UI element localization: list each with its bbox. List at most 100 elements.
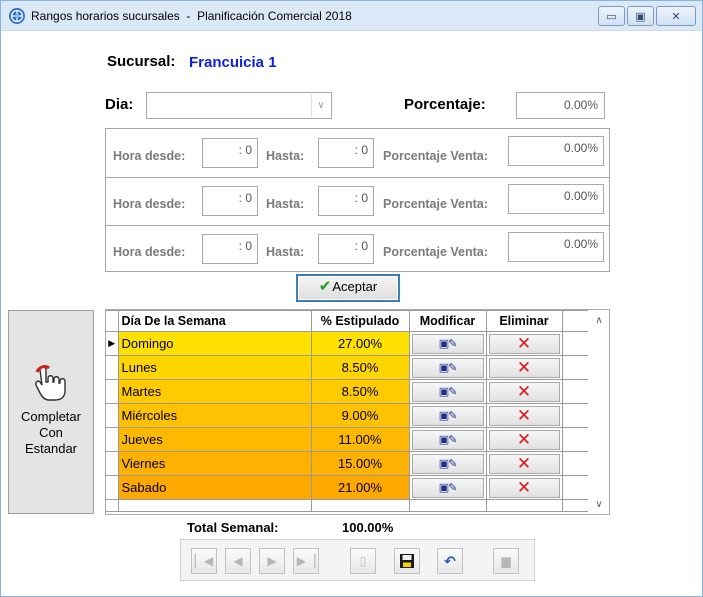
modificar-button[interactable]: ▣✎: [411, 381, 484, 402]
vertical-scrollbar[interactable]: ∧ ∨: [589, 310, 609, 514]
modificar-button[interactable]: ▣✎: [411, 333, 484, 354]
eliminar-button[interactable]: ✕: [488, 453, 560, 474]
hasta-label: Hasta:: [266, 197, 305, 211]
blank-cell: [561, 475, 588, 500]
percent-cell[interactable]: 15.00%: [310, 451, 410, 476]
hasta-input[interactable]: : 0: [318, 234, 374, 264]
next-record-icon: ▶: [267, 554, 277, 568]
range-row: Hora desde: : 0 Hasta: : 0 Porcentaje Ve…: [106, 177, 609, 225]
modificar-button[interactable]: ▣✎: [411, 357, 484, 378]
percent-cell[interactable]: 21.00%: [310, 475, 410, 500]
nav-next-button[interactable]: ▶: [259, 548, 285, 574]
scroll-down-icon[interactable]: ∨: [589, 496, 609, 514]
hora-desde-label: Hora desde:: [113, 197, 186, 211]
day-cell[interactable]: Domingo: [117, 331, 312, 356]
hora-desde-input[interactable]: : 0: [202, 234, 258, 264]
table-row[interactable]: Miércoles 9.00% ▣✎ ✕: [106, 403, 588, 428]
row-indicator: [106, 355, 119, 380]
nav-insert-button[interactable]: ▯: [350, 548, 376, 574]
column-header-modificar[interactable]: Modificar: [408, 310, 487, 332]
save-disk-icon: [400, 554, 414, 568]
empty-row: [106, 499, 588, 512]
minimize-button[interactable]: ▭: [598, 6, 625, 26]
porcentaje-venta-input[interactable]: 0.00%: [508, 232, 604, 262]
eliminar-button[interactable]: ✕: [488, 357, 560, 378]
column-header-dia[interactable]: Día De la Semana: [117, 310, 312, 332]
window-title: Rangos horarios sucursales - Planificaci…: [31, 9, 352, 23]
hora-desde-input[interactable]: : 0: [202, 186, 258, 216]
completar-con-estandar-button[interactable]: Completar Con Estandar: [8, 310, 94, 514]
delete-x-icon: ✕: [516, 453, 532, 474]
nav-cancel-button[interactable]: ↶: [437, 548, 463, 574]
percent-cell[interactable]: 27.00%: [310, 331, 410, 356]
row-indicator: [106, 427, 119, 452]
modificar-button[interactable]: ▣✎: [411, 453, 484, 474]
percent-cell[interactable]: 11.00%: [310, 427, 410, 452]
modificar-cell: ▣✎: [408, 355, 487, 380]
eliminar-button[interactable]: ✕: [488, 405, 560, 426]
sucursal-label: Sucursal:: [107, 53, 176, 70]
delete-record-icon: ▆: [501, 554, 511, 568]
eliminar-button[interactable]: ✕: [488, 429, 560, 450]
close-button[interactable]: ✕: [656, 6, 696, 26]
ranges-group: Hora desde: : 0 Hasta: : 0 Porcentaje Ve…: [105, 128, 610, 272]
eliminar-button[interactable]: ✕: [488, 381, 560, 402]
edit-icon: ▣✎: [438, 362, 458, 374]
nav-post-button[interactable]: [394, 548, 420, 574]
modificar-button[interactable]: ▣✎: [411, 405, 484, 426]
table-row[interactable]: Jueves 11.00% ▣✎ ✕: [106, 427, 588, 452]
percent-cell[interactable]: 9.00%: [310, 403, 410, 428]
edit-icon: ▣✎: [438, 458, 458, 470]
porcentaje-input[interactable]: 0.00%: [516, 92, 605, 119]
total-semanal-value: 100.00%: [342, 520, 394, 535]
undo-icon: ↶: [444, 553, 456, 569]
aceptar-button[interactable]: ✔Aceptar: [296, 274, 400, 302]
percent-cell[interactable]: 8.50%: [310, 379, 410, 404]
maximize-button[interactable]: ▣: [627, 6, 654, 26]
row-indicator: ▶: [106, 331, 119, 356]
modificar-cell: ▣✎: [408, 475, 487, 500]
table-row[interactable]: Lunes 8.50% ▣✎ ✕: [106, 355, 588, 380]
day-cell[interactable]: Martes: [117, 379, 312, 404]
day-cell[interactable]: Sabado: [117, 475, 312, 500]
nav-last-button[interactable]: ▶▕: [293, 548, 319, 574]
days-grid[interactable]: Día De la Semana % Estipulado Modificar …: [105, 309, 610, 515]
day-cell[interactable]: Jueves: [117, 427, 312, 452]
table-row[interactable]: ▶ Domingo 27.00% ▣✎ ✕: [106, 331, 588, 356]
nav-prior-button[interactable]: ◀: [225, 548, 251, 574]
day-cell[interactable]: Lunes: [117, 355, 312, 380]
column-header-eliminar[interactable]: Eliminar: [485, 310, 563, 332]
table-row[interactable]: Viernes 15.00% ▣✎ ✕: [106, 451, 588, 476]
nav-delete-button[interactable]: ▆: [493, 548, 519, 574]
edit-icon: ▣✎: [438, 410, 458, 422]
dia-select[interactable]: ∨: [146, 92, 332, 119]
table-row[interactable]: Martes 8.50% ▣✎ ✕: [106, 379, 588, 404]
checkmark-icon: ✔: [318, 278, 332, 295]
eliminar-cell: ✕: [485, 475, 563, 500]
title-bar[interactable]: Rangos horarios sucursales - Planificaci…: [1, 1, 702, 31]
nav-first-button[interactable]: ▏◀: [191, 548, 217, 574]
modificar-button[interactable]: ▣✎: [411, 477, 484, 498]
column-header-estipulado[interactable]: % Estipulado: [310, 310, 410, 332]
modificar-button[interactable]: ▣✎: [411, 429, 484, 450]
eliminar-button[interactable]: ✕: [488, 477, 560, 498]
hora-desde-label: Hora desde:: [113, 245, 186, 259]
chevron-down-icon[interactable]: ∨: [311, 94, 330, 117]
hasta-input[interactable]: : 0: [318, 138, 374, 168]
eliminar-button[interactable]: ✕: [488, 333, 560, 354]
scroll-up-icon[interactable]: ∧: [589, 312, 609, 330]
hasta-label: Hasta:: [266, 149, 305, 163]
porcentaje-venta-input[interactable]: 0.00%: [508, 184, 604, 214]
blank-cell: [561, 355, 588, 380]
blank-cell: [561, 331, 588, 356]
hora-desde-input[interactable]: : 0: [202, 138, 258, 168]
table-row[interactable]: Sabado 21.00% ▣✎ ✕: [106, 475, 588, 500]
day-cell[interactable]: Miércoles: [117, 403, 312, 428]
hasta-input[interactable]: : 0: [318, 186, 374, 216]
day-cell[interactable]: Viernes: [117, 451, 312, 476]
percent-cell[interactable]: 8.50%: [310, 355, 410, 380]
days-table: Día De la Semana % Estipulado Modificar …: [106, 310, 588, 512]
edit-icon: ▣✎: [438, 338, 458, 350]
porcentaje-venta-input[interactable]: 0.00%: [508, 136, 604, 166]
aceptar-label: Aceptar: [332, 279, 378, 294]
